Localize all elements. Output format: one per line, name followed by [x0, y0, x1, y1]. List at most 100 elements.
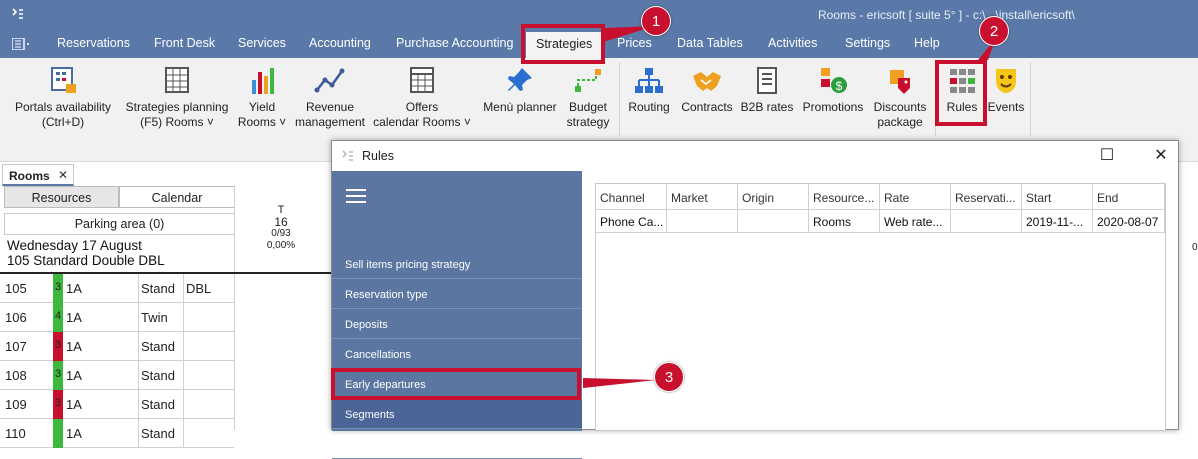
- room-row[interactable]: 108 3 1A Stand: [0, 361, 234, 390]
- menu-purchase-accounting[interactable]: Purchase Accounting: [396, 36, 513, 50]
- discount-tag-icon: [890, 70, 910, 94]
- maximize-button[interactable]: ☐: [1094, 145, 1120, 167]
- column-header[interactable]: Reservati...: [951, 184, 1022, 210]
- occupancy-percent: 0,00%: [266, 240, 296, 251]
- column-header[interactable]: Market: [667, 184, 738, 210]
- portals-grid-icon: [51, 67, 76, 93]
- cell-divider: [138, 390, 139, 419]
- menu-planner-button[interactable]: Menù planner: [480, 66, 560, 115]
- menu-planner-label: Menù planner: [483, 100, 557, 114]
- cell-divider: [138, 303, 139, 332]
- promotions-label: Promotions: [802, 100, 864, 114]
- callout-1-badge: 1: [641, 6, 671, 36]
- menu-help[interactable]: Help: [914, 36, 940, 50]
- table-cell: Rooms: [809, 210, 880, 233]
- room-row[interactable]: 109 3 1A Stand: [0, 390, 234, 419]
- promotions-dollar-icon: $: [821, 68, 847, 93]
- line-chart-icon: [314, 68, 345, 93]
- routing-tree-icon: [635, 68, 663, 93]
- revenue-management-button[interactable]: Revenue management: [292, 66, 368, 130]
- column-header[interactable]: Start: [1022, 184, 1093, 210]
- cell-divider: [138, 419, 139, 448]
- b2b-label: B2B rates: [740, 100, 794, 114]
- yield-button[interactable]: Yield Rooms ˅: [236, 66, 288, 130]
- column-header[interactable]: Rate: [880, 184, 951, 210]
- sidebar-item[interactable]: Alarms: [332, 429, 582, 459]
- menu-accounting[interactable]: Accounting: [309, 36, 371, 50]
- menu-data-tables[interactable]: Data Tables: [677, 36, 743, 50]
- column-header[interactable]: Origin: [738, 184, 809, 210]
- table-cell: 2020-08-07: [1093, 210, 1165, 233]
- room-row[interactable]: 105 3 1A Stand DBL: [0, 274, 234, 303]
- bar-chart-icon: [252, 68, 274, 94]
- column-header[interactable]: Resource...: [809, 184, 880, 210]
- day-number: 16: [274, 215, 288, 229]
- menu-prices[interactable]: Prices: [617, 36, 652, 50]
- events-button[interactable]: Events: [986, 66, 1026, 115]
- discounts-package-button[interactable]: Discounts package: [868, 66, 932, 130]
- room-row[interactable]: 110 1A Stand: [0, 419, 234, 448]
- sidebar-item[interactable]: Sell items pricing strategy: [332, 249, 582, 279]
- room-number: 106: [5, 310, 27, 325]
- b2b-rates-button[interactable]: B2B rates: [738, 66, 796, 115]
- sidebar-item[interactable]: Deposits: [332, 309, 582, 339]
- cell-divider: [138, 361, 139, 390]
- room-type: Twin: [141, 310, 168, 325]
- menu-settings[interactable]: Settings: [845, 36, 890, 50]
- table-cell: Web rate...: [880, 210, 951, 233]
- contracts-button[interactable]: Contracts: [678, 66, 736, 115]
- routing-label: Routing: [628, 100, 670, 114]
- hamburger-icon[interactable]: [346, 189, 366, 203]
- room-beds: 3: [55, 281, 62, 293]
- room-number: 105: [5, 281, 27, 296]
- menu-front-desk[interactable]: Front Desk: [154, 36, 215, 50]
- room-type: Stand: [141, 368, 175, 383]
- column-header[interactable]: End: [1093, 184, 1165, 210]
- sidebar-item[interactable]: Segments: [332, 399, 582, 429]
- strategies-highlight: [521, 24, 605, 64]
- sidebar-item[interactable]: Cancellations: [332, 339, 582, 369]
- app-logo-icon: [12, 8, 23, 19]
- cell-divider: [183, 274, 184, 303]
- table-cell: [667, 210, 738, 233]
- promotions-button[interactable]: $ Promotions: [799, 66, 867, 115]
- cell-divider: [183, 419, 184, 448]
- callout-3-badge: 3: [654, 362, 684, 392]
- room-row[interactable]: 107 3 1A Stand: [0, 332, 234, 361]
- room-beds: 4: [55, 310, 62, 322]
- room-number: 108: [5, 368, 27, 383]
- cell-divider: [138, 274, 139, 303]
- budget-flow-icon: [575, 69, 601, 92]
- calendar-tab[interactable]: Calendar: [119, 186, 235, 208]
- room-row[interactable]: 106 4 1A Twin: [0, 303, 234, 332]
- routing-button[interactable]: Routing: [624, 66, 674, 115]
- menu-activities[interactable]: Activities: [768, 36, 817, 50]
- menu-reservations[interactable]: Reservations: [57, 36, 130, 50]
- dialog-title: Rules: [362, 149, 394, 163]
- portals-availability-button[interactable]: Portals availability (Ctrl+D): [8, 66, 118, 130]
- strategies-planning-button[interactable]: Strategies planning (F5) Rooms ˅: [122, 66, 232, 130]
- column-header[interactable]: Channel: [596, 184, 667, 210]
- room-type: Stand: [141, 426, 175, 441]
- segments-highlight: [331, 368, 581, 400]
- offers-calendar-button[interactable]: Offers calendar Rooms ˅: [370, 66, 474, 130]
- document-list-icon: [757, 67, 777, 94]
- resources-tab[interactable]: Resources: [4, 186, 119, 208]
- room-beds: 3: [55, 339, 62, 351]
- close-button[interactable]: ✕: [1148, 145, 1174, 167]
- cell-divider: [183, 361, 184, 390]
- sidebar-item[interactable]: Reservation type: [332, 279, 582, 309]
- right-edge-value: 0: [1192, 242, 1198, 253]
- menu-icon[interactable]: [12, 38, 30, 50]
- strategies-planning-label: Strategies planning (F5) Rooms ˅: [125, 100, 229, 129]
- close-icon[interactable]: ✕: [58, 168, 68, 182]
- room-beds: 3: [55, 397, 62, 409]
- rooms-doc-tab[interactable]: Rooms ✕: [2, 164, 74, 186]
- menu-services[interactable]: Services: [238, 36, 286, 50]
- budget-strategy-button[interactable]: Budget strategy: [562, 66, 614, 130]
- room-number: 110: [5, 426, 26, 441]
- table-cell: [738, 210, 809, 233]
- occupancy-count: 0/93: [271, 228, 291, 239]
- cell-divider: [183, 390, 184, 419]
- cell-divider: [138, 332, 139, 361]
